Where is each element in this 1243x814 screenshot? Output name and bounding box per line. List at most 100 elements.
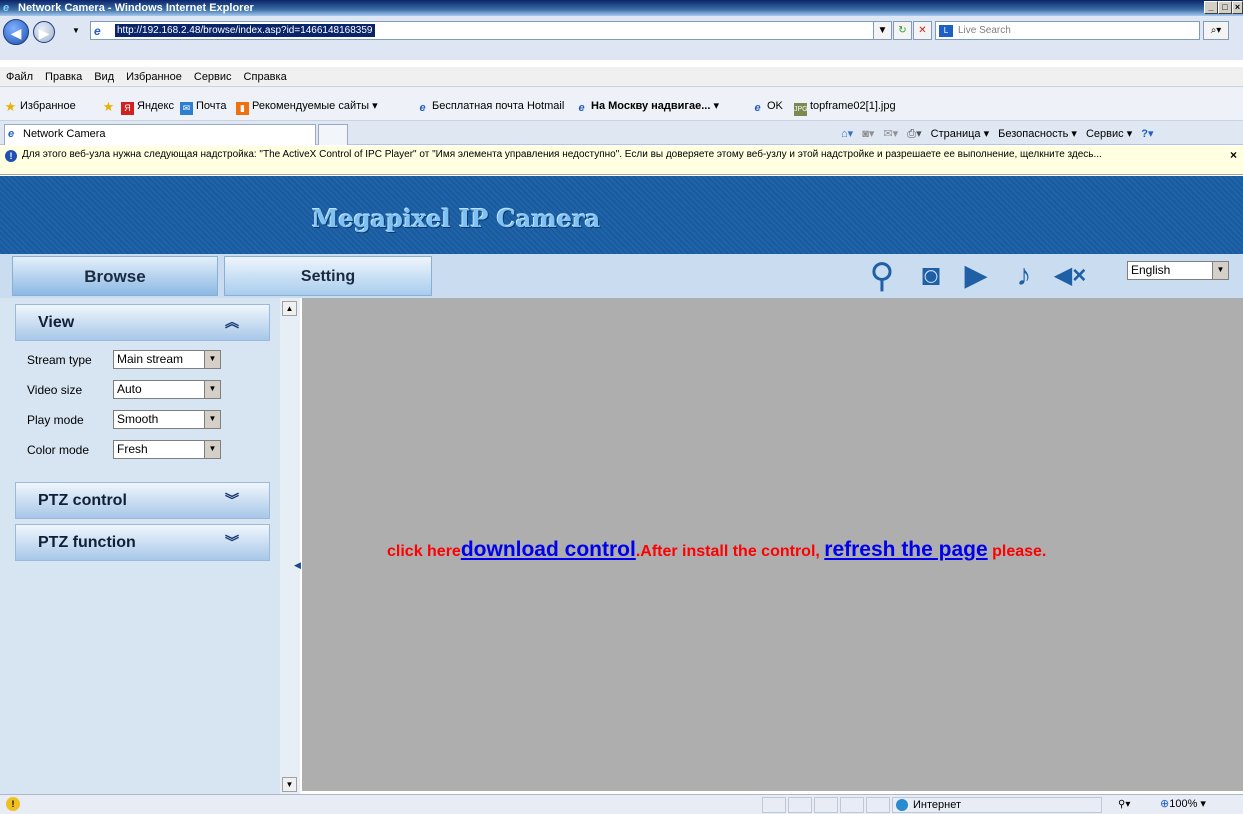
ptz-control-title: PTZ control [38, 492, 127, 509]
stop-icon[interactable]: ✕ [913, 21, 932, 40]
menu-help[interactable]: Справка [238, 67, 293, 87]
ptz-function-section-header[interactable]: PTZ function ︾ [15, 524, 270, 561]
tab-browse[interactable]: Browse [12, 256, 218, 296]
read-mail-icon[interactable]: ✉▾ [883, 128, 898, 140]
language-select[interactable]: English ▼ [1127, 261, 1229, 280]
zone-indicator[interactable]: Интернет [892, 797, 1102, 813]
video-size-label: Video size [27, 383, 83, 397]
favorites-bar: ★ Избранное ★ Я Яндекс ✉ Почта ▮ Рекомендуем… [0, 87, 1243, 121]
ie-page-icon: e [8, 128, 15, 140]
ptz-control-section-header[interactable]: PTZ control ︾ [15, 482, 270, 519]
menu-bar: Файл Правка Вид Избранное Сервис Справка [0, 67, 1243, 87]
search-placeholder: Live Search [958, 25, 1011, 36]
fav-mail-label: Почта [196, 100, 227, 112]
mute-speaker-icon[interactable]: ◀× [1050, 257, 1090, 295]
camera-title: Megapixel IP Camera [312, 204, 601, 233]
scroll-down-icon[interactable]: ▼ [282, 777, 297, 792]
url-text[interactable]: http://192.168.2.48/browse/index.asp?id=… [115, 24, 375, 37]
information-bar[interactable]: ! Для этого веб-узла нужна следующая над… [0, 146, 1243, 175]
forward-button[interactable]: ▶ [33, 21, 55, 43]
chevron-down-icon[interactable]: ▼ [204, 381, 220, 398]
refresh-page-link[interactable]: refresh the page [824, 538, 987, 561]
chevron-up-icon[interactable]: ︽ [225, 305, 239, 340]
refresh-icon[interactable]: ↻ [893, 21, 912, 40]
fav-hotmail[interactable]: e Бесплатная почта Hotmail [416, 99, 564, 115]
warning-icon[interactable]: ! [6, 797, 20, 811]
fav-yandex-label: Яндекс [137, 100, 174, 112]
play-mode-select[interactable]: Smooth ▼ [113, 410, 221, 429]
chevron-down-icon[interactable]: ︾ [225, 483, 239, 518]
feeds-icon[interactable]: ◙▾ [862, 128, 874, 140]
view-section-header[interactable]: View ︽ [15, 304, 270, 341]
menu-view[interactable]: Вид [88, 67, 120, 87]
fav-topframe[interactable]: JPG topframe02[1].jpg [794, 99, 896, 116]
menu-file[interactable]: Файл [0, 67, 39, 87]
tab-network-camera[interactable]: e Network Camera [4, 124, 316, 145]
ie-page-icon: e [578, 102, 585, 114]
video-area: click heredownload control.After install… [302, 298, 1243, 791]
color-mode-select[interactable]: Fresh ▼ [113, 440, 221, 459]
fav-suggested-label: Рекомендуемые сайты ▾ [252, 100, 378, 112]
menu-favorites[interactable]: Избранное [120, 67, 188, 87]
command-bar: ⌂▾ ◙▾ ✉▾ ⎙▾ Страница ▾ Безопасность ▾ Се… [835, 127, 1154, 141]
tools-menu[interactable]: Сервис ▾ [1086, 128, 1132, 140]
search-input[interactable]: L Live Search [935, 21, 1200, 40]
zoom-in-icon[interactable]: ⚲ [862, 257, 902, 295]
chevron-down-icon[interactable]: ▼ [204, 351, 220, 368]
video-size-select[interactable]: Auto ▼ [113, 380, 221, 399]
video-record-icon[interactable]: ▶ [956, 257, 996, 295]
page-menu[interactable]: Страница ▾ [931, 128, 989, 140]
infobar-text[interactable]: Для этого веб-узла нужна следующая надст… [22, 149, 1102, 160]
maximize-button[interactable]: □ [1218, 1, 1232, 14]
fav-ok[interactable]: e OK [751, 99, 783, 115]
help-icon[interactable]: ?▾ [1141, 128, 1153, 140]
zoom-level[interactable]: ⊕100% ▾ [1160, 795, 1206, 813]
fav-suggested[interactable]: ▮ Рекомендуемые сайты ▾ [236, 99, 378, 115]
chevron-down-icon[interactable]: ▼ [204, 441, 220, 458]
protected-mode-icon[interactable]: ⚲▾ [1118, 796, 1130, 814]
window-title-bar: e Network Camera - Windows Internet Expl… [0, 0, 1243, 16]
print-icon[interactable]: ⎙▾ [907, 128, 921, 140]
stream-type-select[interactable]: Main stream ▼ [113, 350, 221, 369]
menu-edit[interactable]: Правка [39, 67, 88, 87]
camera-snapshot-icon[interactable]: ◙ [911, 257, 951, 295]
zoom-value: 100% [1169, 798, 1198, 810]
home-icon[interactable]: ⌂▾ [841, 128, 853, 140]
suggested-sites-icon: ▮ [236, 102, 249, 115]
sidebar-scrollbar[interactable]: ▲ ▼ [280, 298, 300, 794]
chevron-down-icon[interactable]: ▼ [204, 411, 220, 428]
status-cell [814, 797, 838, 813]
collapse-sidebar-icon[interactable]: ◀ [294, 560, 301, 574]
favorites-button[interactable]: ★ Избранное [4, 99, 76, 113]
back-button[interactable]: ◀ [3, 19, 29, 45]
fav-mail[interactable]: ✉ Почта [180, 99, 227, 115]
info-shield-icon: ! [5, 150, 17, 162]
new-tab-button[interactable] [318, 124, 348, 145]
address-toolbar: ◀ ▶ ▼ e http://192.168.2.48/browse/index… [0, 16, 1243, 60]
msg-suffix: please. [987, 543, 1047, 560]
status-bar: ! Интернет ⚲▾ ⊕100% ▾ [0, 794, 1243, 814]
camera-nav-bar: Browse Setting ⚲ ◙ ▶ ♪ ◀× English ▼ [0, 254, 1243, 298]
status-cell [840, 797, 864, 813]
history-dropdown-icon[interactable]: ▼ [72, 26, 80, 35]
add-favorite-icon[interactable]: ★ [102, 99, 118, 113]
microphone-icon[interactable]: ♪ [1004, 257, 1044, 295]
safety-menu[interactable]: Безопасность ▾ [998, 128, 1077, 140]
fav-hotmail-label: Бесплатная почта Hotmail [432, 100, 565, 112]
menu-tools[interactable]: Сервис [188, 67, 238, 87]
address-dropdown-button[interactable]: ▼ [873, 21, 892, 40]
fav-yandex[interactable]: Я Яндекс [121, 99, 174, 115]
tab-setting[interactable]: Setting [224, 256, 432, 296]
close-infobar-icon[interactable]: × [1230, 149, 1237, 161]
close-window-button[interactable]: × [1232, 1, 1243, 14]
minimize-button[interactable]: _ [1204, 1, 1218, 14]
fav-moscow[interactable]: e На Москву надвигае... ▾ [575, 99, 719, 115]
download-control-link[interactable]: download control [461, 538, 636, 561]
address-bar[interactable]: e http://192.168.2.48/browse/index.asp?i… [90, 21, 890, 40]
search-icon[interactable]: ⌕▾ [1203, 21, 1229, 40]
chevron-down-icon[interactable]: ▼ [1212, 262, 1228, 279]
scroll-up-icon[interactable]: ▲ [282, 301, 297, 316]
chevron-down-icon[interactable]: ︾ [225, 525, 239, 560]
fav-ok-label: OK [767, 100, 783, 112]
color-mode-value: Fresh [117, 442, 148, 456]
